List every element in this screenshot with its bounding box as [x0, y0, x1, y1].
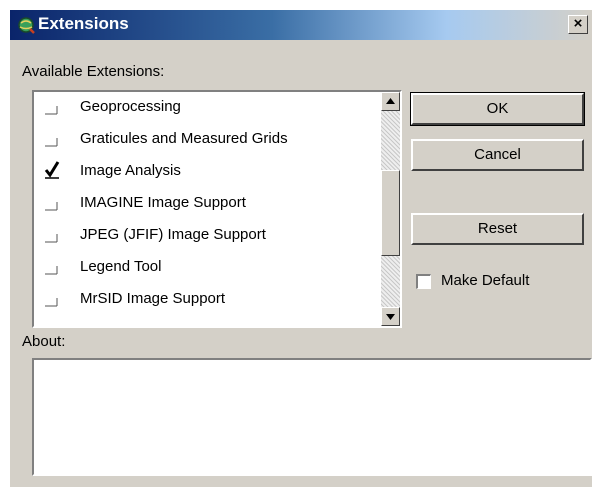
- list-item-label: MrSID Image Support: [80, 290, 226, 307]
- scroll-down-button[interactable]: [381, 307, 400, 326]
- make-default-checkbox[interactable]: [416, 274, 431, 289]
- about-label: About:: [22, 333, 66, 350]
- about-text-box: [32, 358, 592, 476]
- reset-button[interactable]: Reset: [411, 213, 584, 245]
- empty-check-slot-icon[interactable]: [44, 255, 60, 275]
- make-default-label: Make Default: [441, 272, 530, 289]
- list-item[interactable]: Geoprocessing: [34, 92, 374, 124]
- scroll-up-icon: [386, 98, 395, 104]
- list-item-label: JPEG (JFIF) Image Support: [80, 226, 266, 243]
- window-title: Extensions: [38, 14, 129, 33]
- ok-button[interactable]: OK: [410, 92, 585, 126]
- empty-check-slot-icon[interactable]: [44, 191, 60, 211]
- checkmark-icon[interactable]: [44, 159, 60, 179]
- list-item[interactable]: MrSID Image Support: [34, 284, 374, 316]
- list-item[interactable]: Legend Tool: [34, 252, 374, 284]
- empty-check-slot-icon[interactable]: [44, 287, 60, 307]
- list-item-label: Image Analysis: [80, 162, 181, 179]
- list-scrollbar[interactable]: [381, 92, 400, 326]
- cancel-button[interactable]: Cancel: [411, 139, 584, 171]
- available-extensions-label: Available Extensions:: [22, 63, 165, 80]
- scrollbar-thumb[interactable]: [381, 170, 400, 256]
- list-item[interactable]: IMAGINE Image Support: [34, 188, 374, 220]
- empty-check-slot-icon[interactable]: [44, 223, 60, 243]
- list-item-label: Geoprocessing: [80, 98, 181, 115]
- empty-check-slot-icon[interactable]: [44, 127, 60, 147]
- extensions-dialog: Extensions × Available Extensions: Geopr…: [10, 10, 592, 487]
- scroll-up-button[interactable]: [381, 92, 400, 111]
- title-bar: Extensions ×: [10, 10, 592, 40]
- extensions-list: Geoprocessing Graticules and Measured Gri…: [32, 90, 402, 328]
- list-item-label: Graticules and Measured Grids: [80, 130, 288, 147]
- list-item[interactable]: Image Analysis: [34, 156, 374, 188]
- list-item-label: IMAGINE Image Support: [80, 194, 246, 211]
- empty-check-slot-icon[interactable]: [44, 95, 60, 115]
- scroll-down-icon: [386, 314, 395, 320]
- list-item[interactable]: Graticules and Measured Grids: [34, 124, 374, 156]
- list-item[interactable]: JPEG (JFIF) Image Support: [34, 220, 374, 252]
- app-globe-icon: [18, 17, 35, 34]
- list-item-label: Legend Tool: [80, 258, 162, 275]
- close-button[interactable]: ×: [568, 15, 588, 34]
